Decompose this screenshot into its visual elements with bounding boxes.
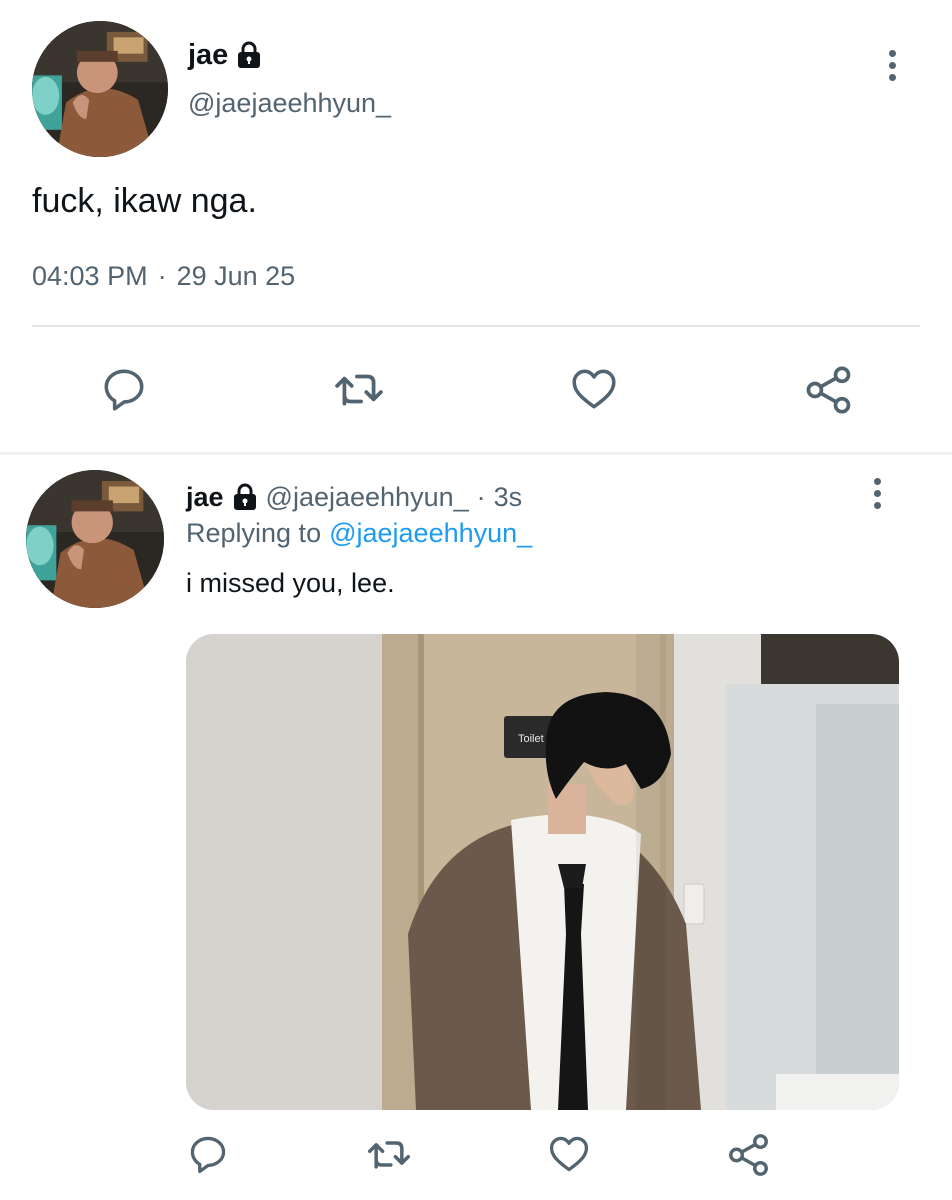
- replying-handle-link[interactable]: @jaejaeehhyun_: [329, 518, 532, 549]
- replying-to: Replying to @jaejaeehhyun_: [186, 518, 532, 549]
- section-divider: [0, 452, 952, 455]
- separator: ·: [476, 481, 486, 512]
- handle[interactable]: @jaejaeehhyun_: [266, 482, 469, 513]
- more-icon[interactable]: [889, 50, 896, 81]
- separator: ·: [157, 261, 167, 291]
- like-icon[interactable]: [568, 364, 620, 414]
- retweet-icon[interactable]: [364, 1132, 414, 1176]
- lock-icon: [232, 483, 258, 511]
- user-info: jae @jaejaeehhyun_: [188, 38, 391, 119]
- tweet-photo[interactable]: Toilet: [186, 634, 899, 1110]
- tweet-time[interactable]: 04:03 PM: [32, 261, 148, 292]
- share-icon[interactable]: [802, 364, 856, 416]
- tweet-date[interactable]: 29 Jun 25: [177, 261, 296, 292]
- reply-icon[interactable]: [186, 1132, 230, 1176]
- retweet-icon[interactable]: [330, 364, 388, 414]
- like-icon[interactable]: [547, 1132, 591, 1176]
- timestamp: 04:03 PM · 29 Jun 25: [32, 261, 295, 292]
- display-name[interactable]: jae: [186, 482, 224, 513]
- handle[interactable]: @jaejaeehhyun_: [188, 88, 391, 119]
- reply-icon[interactable]: [98, 364, 150, 414]
- tweet-text: i missed you, lee.: [186, 568, 395, 598]
- replying-label: Replying to: [186, 518, 322, 548]
- divider: [32, 325, 920, 327]
- more-icon[interactable]: [874, 478, 881, 509]
- display-name[interactable]: jae: [188, 39, 228, 72]
- tweet-text: fuck, ikaw nga.: [32, 182, 257, 220]
- share-icon[interactable]: [726, 1132, 772, 1178]
- avatar[interactable]: [32, 21, 168, 157]
- photo-sign-text: Toilet: [518, 733, 544, 745]
- lock-icon: [236, 41, 262, 69]
- tweet-age[interactable]: 3s: [494, 482, 523, 513]
- avatar[interactable]: [26, 470, 164, 608]
- reply-header: jae @jaejaeehhyun_ · 3s: [186, 480, 522, 514]
